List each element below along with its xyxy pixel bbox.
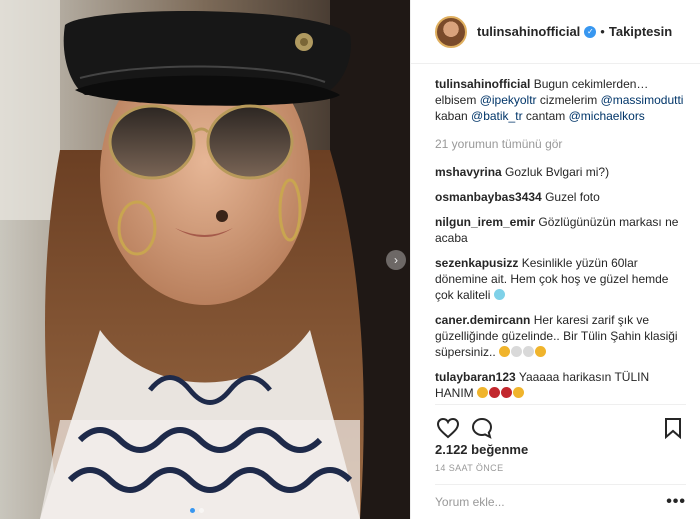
diamond-emoji-icon [493,289,505,300]
comment-username[interactable]: nilgun_irem_emir [435,215,535,229]
chevron-right-icon: › [394,253,398,267]
post-caption: tulinsahinofficial Bugun cekimlerden… el… [435,76,686,124]
likes-count[interactable]: 2.122 beğenme [435,442,528,457]
heart-icon [436,417,460,439]
sunglasses-emoji-icon [535,346,547,357]
carousel-indicator [190,508,204,513]
mention-link[interactable]: @massimodutti [601,93,684,107]
avatar[interactable] [435,15,467,48]
lips-emoji-icon [501,387,512,398]
caption-fragment: kaban [435,109,472,123]
comment-item: caner.demircann Her karesi zarif şık ve … [435,312,686,360]
verified-badge-icon: ✓ [584,25,597,38]
carousel-dot [190,508,195,513]
heart-eyes-emoji-icon [477,387,488,398]
comment-username[interactable]: caner.demircann [435,313,530,327]
mention-link[interactable]: @ipekyoltr [480,93,537,107]
down-arrow-emoji-icon [511,346,523,357]
comment-icon [471,417,493,439]
comment-text: Gozluk Bvlgari mi?) [501,165,610,179]
caption-username[interactable]: tulinsahinofficial [435,77,530,91]
comment-item: sezenkapusizz Kesinlikle yüzün 60lar dön… [435,255,686,303]
heart-eyes-emoji-icon [499,346,511,357]
post-timestamp[interactable]: 14 SAAT ÖNCE [435,463,504,473]
load-more-comments-link[interactable]: 21 yorumun tümünü gör [435,136,686,152]
clap-emoji-icon [513,387,524,398]
mention-link[interactable]: @batik_tr [471,109,523,123]
comment-input[interactable] [435,495,645,509]
separator-dot: • [600,24,605,39]
add-comment-bar: ••• [435,484,686,519]
more-options-button[interactable]: ••• [666,493,686,511]
comment-item: tulaybaran123 Yaaaaa harikasın TÜLIN HAN… [435,369,686,398]
comment-item: osmanbaybas3434 Guzel foto [435,189,686,205]
caption-fragment: cizmelerim [536,93,601,107]
post-actions [435,404,686,445]
caption-fragment: cantam [522,109,569,123]
like-button[interactable] [435,415,461,441]
comment-text: Guzel foto [541,190,600,204]
comment-item: nilgun_irem_emir Gözlügünüzün markası ne… [435,214,686,246]
post-photo[interactable] [0,0,410,519]
down-arrow-emoji-icon [523,346,535,357]
carousel-dot [199,508,204,513]
comments-list: tulinsahinofficial Bugun cekimlerden… el… [435,76,686,398]
post-side-panel: tulinsahinofficial ✓ • Takiptesin tulins… [410,0,700,519]
mention-link[interactable]: @michaelkors [569,109,645,123]
comment-username[interactable]: osmanbaybas3434 [435,190,542,204]
follow-status-button[interactable]: Takiptesin [609,24,672,39]
comment-username[interactable]: sezenkapusizz [435,256,518,270]
bookmark-icon [665,418,681,439]
comment-item: mshavyrina Gozluk Bvlgari mi?) [435,164,686,180]
save-button[interactable] [660,415,686,441]
comment-button[interactable] [469,415,495,441]
heart-emoji-icon [489,387,500,398]
header-username[interactable]: tulinsahinofficial [477,24,580,39]
comment-username[interactable]: mshavyrina [435,165,502,179]
next-photo-button[interactable]: › [386,250,406,270]
comment-username[interactable]: tulaybaran123 [435,370,516,384]
post-header: tulinsahinofficial ✓ • Takiptesin [411,0,700,64]
